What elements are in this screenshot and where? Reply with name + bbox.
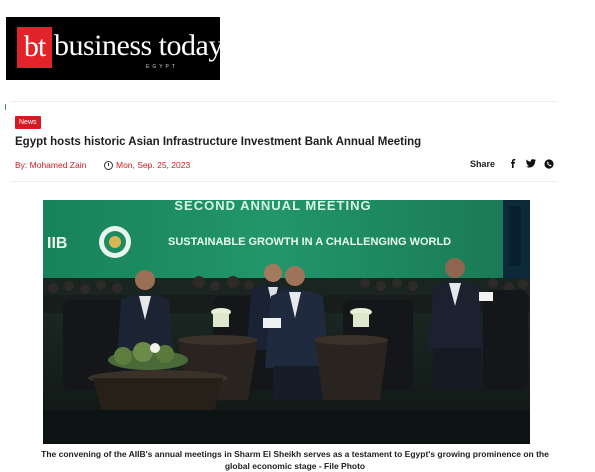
banner-text: SUSTAINABLE GROWTH IN A CHALLENGING WORL… (168, 236, 451, 248)
conference-scene: SECOND ANNUAL MEETING IIB SUSTAINABLE GR… (43, 200, 530, 444)
share-bar: Share (470, 157, 555, 170)
logo-mark: bt (17, 27, 52, 68)
clock-icon (104, 160, 113, 170)
logo-edition: EGYPT (146, 64, 178, 70)
site-logo[interactable]: bt business today EGYPT (6, 17, 223, 80)
banner-left: IIB (47, 235, 67, 252)
article-photo[interactable]: SECOND ANNUAL MEETING IIB SUSTAINABLE GR… (43, 200, 530, 444)
photo-caption: The convening of the AIIB's annual meeti… (41, 449, 549, 471)
article-date: Mon, Sep. 25, 2023 (104, 160, 190, 170)
article-author[interactable]: By: Mohamed Zain (15, 160, 86, 170)
logo-wordmark: business today (54, 29, 223, 62)
twitter-icon[interactable] (524, 157, 537, 170)
date-text: Mon, Sep. 25, 2023 (116, 160, 191, 170)
category-badge[interactable]: News (15, 116, 41, 129)
share-label: Share (470, 158, 496, 169)
article-headline: Egypt hosts historic Asian Infrastructur… (15, 136, 422, 148)
facebook-icon[interactable] (506, 157, 519, 170)
edge-marker (5, 104, 9, 110)
divider (10, 101, 558, 102)
whatsapp-icon[interactable] (542, 157, 555, 170)
divider (10, 181, 558, 182)
banner-top: SECOND ANNUAL MEETING (174, 200, 371, 213)
